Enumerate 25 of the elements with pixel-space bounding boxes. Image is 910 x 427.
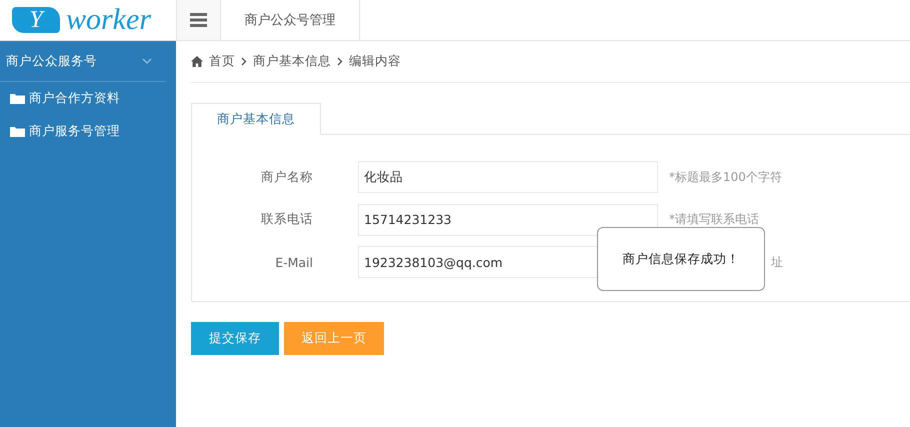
sidebar-group[interactable]: 商户公众服务号 [0,41,166,82]
header-title[interactable]: 商户公众号管理 [221,0,360,40]
field-hint: *请填写联系电话 [669,212,759,226]
chevron-icon [337,57,343,66]
field-label: E-Mail [274,254,313,270]
breadcrumb-link[interactable]: 首页 [209,53,235,70]
field-hint: *标题最多100个字符 [669,170,782,184]
input-field[interactable]: 15714231233 [358,204,658,236]
chevron-icon [241,57,247,66]
home-icon [191,56,203,67]
menu-icon[interactable] [190,13,207,27]
logo-mark: Y [12,7,60,33]
sidebar-item[interactable]: 商户服务号管理 [0,115,176,148]
sidebar-item[interactable]: 商户合作方资料 [0,82,176,115]
breadcrumb-link[interactable]: 商户基本信息 [253,53,331,70]
tab[interactable]: 商户基本信息 [191,103,321,135]
field-label: 商户名称 [260,168,313,186]
field-hint: 址 [771,254,783,270]
folder-icon [10,126,25,137]
logo-text: worker [66,5,151,35]
field-label: 联系电话 [260,211,313,228]
chevron-icon [142,58,152,64]
input-field[interactable]: 化妆品 [358,161,658,193]
folder-icon [10,93,25,104]
save-toast: 商户信息保存成功！ [597,227,765,291]
